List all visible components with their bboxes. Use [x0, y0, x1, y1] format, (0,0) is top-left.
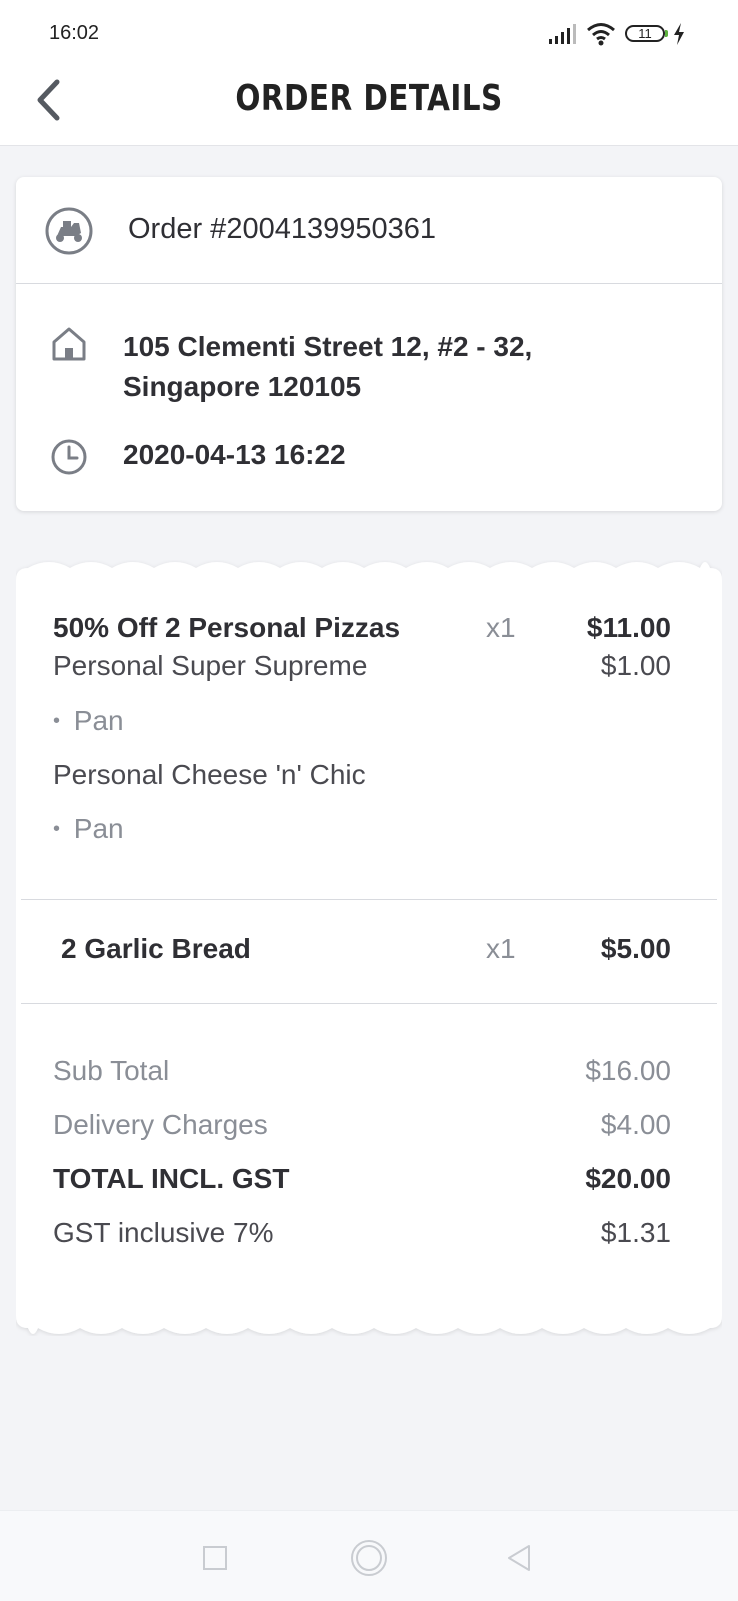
item-price: $5.00: [600, 933, 671, 964]
delivery-charges-label: Delivery Charges: [53, 1109, 268, 1140]
battery-icon: 11: [625, 25, 668, 42]
sub-item-option: • Pan: [53, 813, 124, 845]
system-nav-bar: [0, 1510, 738, 1601]
divider: [21, 1003, 717, 1004]
back-nav-button[interactable]: [494, 1533, 544, 1583]
total-value: $20.00: [585, 1163, 671, 1194]
option-label: Pan: [73, 813, 124, 844]
item-name: 50% Off 2 Personal Pizzas: [53, 612, 401, 643]
order-number: Order #2004139950361: [128, 213, 436, 245]
receipt-card: 50% Off 2 Personal Pizzas x1 $11.00 Pers…: [16, 560, 722, 1336]
address-line-1: 105 Clementi Street 12, #2 - 32,: [123, 331, 533, 362]
recents-button[interactable]: [190, 1533, 240, 1583]
gst-value: $1.31: [600, 1217, 671, 1248]
divider: [21, 899, 717, 900]
order-number-row: Order #2004139950361: [16, 177, 722, 284]
app-header: 16:02 11 ORDER DETAILS: [0, 0, 738, 146]
item-price: $11.00: [586, 612, 671, 643]
total-label: TOTAL INCL. GST: [53, 1163, 290, 1194]
back-button[interactable]: [26, 74, 70, 126]
status-time: 16:02: [49, 22, 100, 44]
item-name: 2 Garlic Bread: [61, 933, 251, 964]
wifi-icon: [587, 23, 615, 46]
circle-icon: [351, 1540, 387, 1576]
order-datetime: 2020-04-13 16:22: [123, 439, 346, 470]
sub-item-name: Personal Cheese 'n' Chic: [53, 759, 366, 790]
delivery-address: 105 Clementi Street 12, #2 - 32, Singapo…: [123, 327, 683, 407]
home-button[interactable]: [344, 1533, 394, 1583]
delivery-charges-value: $4.00: [600, 1109, 671, 1140]
square-icon: [203, 1546, 227, 1570]
bullet: •: [53, 818, 61, 840]
gst-label: GST inclusive 7%: [53, 1217, 274, 1248]
back-arrow-icon: [37, 79, 60, 121]
option-label: Pan: [73, 705, 124, 736]
bullet: •: [53, 710, 61, 732]
signal-icon: [549, 24, 576, 44]
clock-icon: [51, 439, 87, 475]
triangle-back-icon: [508, 1545, 530, 1571]
delivery-scooter-icon: [45, 207, 93, 255]
sub-item-price: $1.00: [600, 650, 671, 681]
status-icons: 11: [548, 22, 688, 46]
charging-icon: [674, 23, 684, 45]
sub-total-label: Sub Total: [53, 1055, 170, 1086]
sub-item-option: • Pan: [53, 705, 124, 737]
sub-total-value: $16.00: [585, 1055, 671, 1086]
order-info-card: Order #2004139950361 105 Clementi Street…: [16, 177, 722, 511]
address-line-2: Singapore 120105: [123, 371, 362, 402]
page-title: ORDER DETAILS: [235, 78, 503, 119]
home-icon: [52, 327, 86, 361]
sub-item-name: Personal Super Supreme: [53, 650, 368, 681]
